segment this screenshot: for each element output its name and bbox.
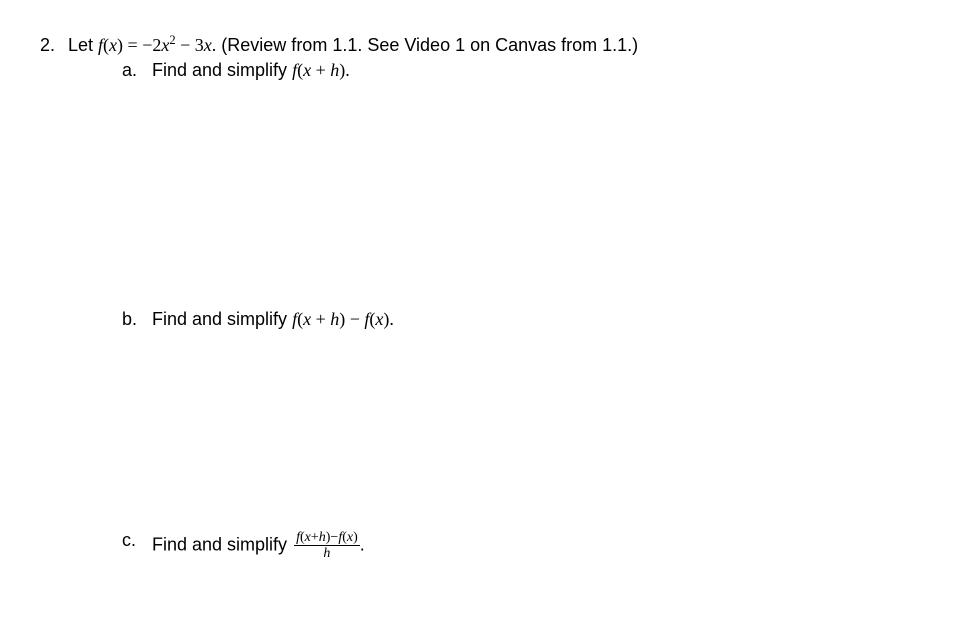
intro-suffix: (Review from 1.1. See Video 1 on Canvas … <box>216 35 638 55</box>
sub-a-close: ). <box>339 60 350 80</box>
sub-b-plus: + <box>311 309 330 329</box>
sub-item-c: c. Find and simplify f(x+h)−f(x)h. <box>122 530 933 562</box>
sub-item-b: b. Find and simplify f(x + h) − f(x). <box>122 309 933 330</box>
sub-a-prefix: Find and simplify <box>152 60 292 80</box>
problem-body: Let f(x) = −2x2 − 3x. (Review from 1.1. … <box>68 35 933 562</box>
sub-b-prefix: Find and simplify <box>152 309 292 329</box>
sub-b-x1: x <box>303 309 311 329</box>
sub-letter-b: b. <box>122 309 152 330</box>
sub-a-h: h <box>330 60 339 80</box>
sub-text-a: Find and simplify f(x + h). <box>152 60 350 81</box>
frac-plus: + <box>311 530 319 545</box>
frac-close1: )− <box>326 530 339 545</box>
intro-math-mid: − 3 <box>176 35 204 55</box>
problem-2: 2. Let f(x) = −2x2 − 3x. (Review from 1.… <box>40 35 933 562</box>
sub-b-h1: h <box>330 309 339 329</box>
intro-math-x: x <box>109 35 117 55</box>
difference-quotient-fraction: f(x+h)−f(x)h <box>294 530 360 562</box>
sub-letter-a: a. <box>122 60 152 81</box>
sub-c-suffix: . <box>360 535 365 555</box>
fraction-denominator: h <box>294 546 360 561</box>
sub-c-prefix: Find and simplify <box>152 535 292 555</box>
problem-number: 2. <box>40 35 68 56</box>
sub-letter-c: c. <box>122 530 152 551</box>
frac-close2: ) <box>353 530 358 545</box>
sub-a-x: x <box>303 60 311 80</box>
sub-a-plus: + <box>311 60 330 80</box>
sub-text-b: Find and simplify f(x + h) − f(x). <box>152 309 394 330</box>
intro-math-eq: ) = −2 <box>117 35 161 55</box>
sub-item-a: a. Find and simplify f(x + h). <box>122 60 933 81</box>
intro-prefix: Let <box>68 35 98 55</box>
sub-text-c: Find and simplify f(x+h)−f(x)h. <box>152 530 365 562</box>
sub-b-close2: ). <box>383 309 394 329</box>
intro-math-x3: x <box>204 35 212 55</box>
frac-h: h <box>319 530 326 545</box>
fraction-numerator: f(x+h)−f(x) <box>294 530 360 546</box>
problem-intro: Let f(x) = −2x2 − 3x. (Review from 1.1. … <box>68 35 933 56</box>
sub-b-close1: ) − <box>339 309 364 329</box>
